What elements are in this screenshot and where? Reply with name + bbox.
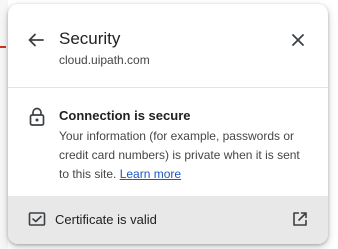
popup-title: Security — [59, 29, 121, 48]
certificate-label: Certificate is valid — [55, 212, 157, 227]
background-accent-line — [0, 46, 6, 48]
certificate-icon — [28, 212, 46, 226]
popup-header: Security cloud.uipath.com — [8, 4, 328, 87]
site-domain: cloud.uipath.com — [59, 53, 150, 67]
close-icon — [292, 34, 304, 46]
arrow-left-icon — [28, 33, 44, 47]
connection-description: Your information (for example, passwords… — [59, 127, 309, 184]
lock-icon — [29, 107, 45, 126]
background-edge — [0, 0, 8, 249]
certificate-button[interactable]: Certificate is valid — [8, 196, 328, 244]
open-in-new-icon — [293, 212, 307, 226]
connection-section: Connection is secure Your information (f… — [8, 88, 328, 195]
security-popup: Security cloud.uipath.com Connection is … — [8, 4, 328, 244]
connection-heading: Connection is secure — [59, 108, 191, 123]
learn-more-link[interactable]: Learn more — [120, 167, 181, 181]
back-button[interactable] — [24, 28, 48, 52]
close-button[interactable] — [286, 28, 310, 52]
